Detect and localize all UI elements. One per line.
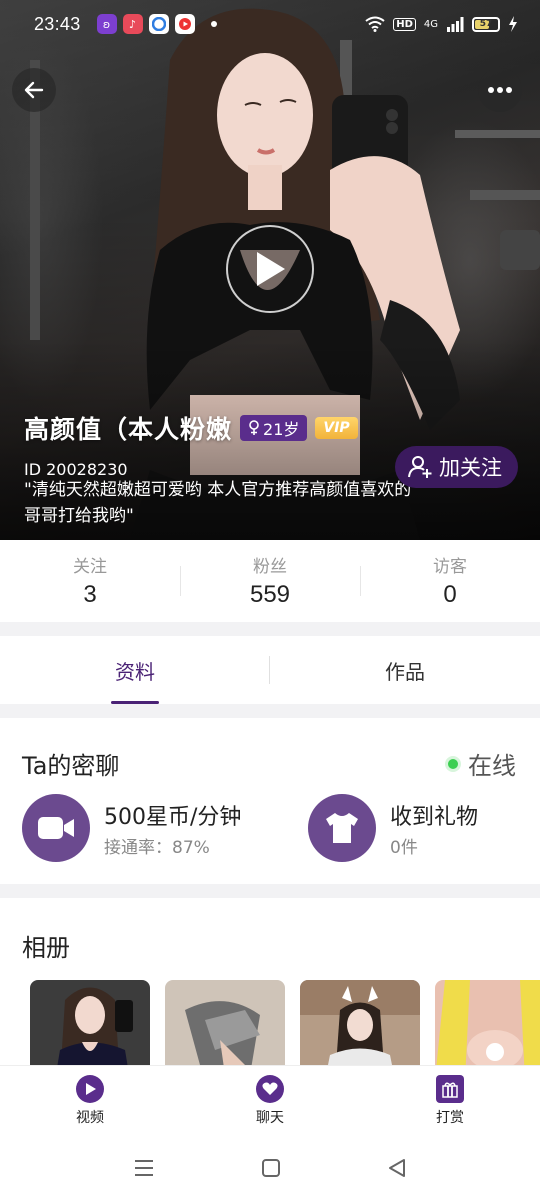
nav-tip[interactable]: 打赏 bbox=[360, 1066, 540, 1135]
online-status: 在线 bbox=[448, 746, 516, 781]
call-price: 500星币/分钟 bbox=[104, 804, 242, 830]
female-icon bbox=[249, 420, 259, 435]
user-name: 高颜值（本人粉嫩 bbox=[24, 415, 233, 444]
video-call-option[interactable]: 500星币/分钟 接通率：87% bbox=[22, 794, 241, 862]
stat-fans[interactable]: 粉丝 559 bbox=[180, 540, 360, 622]
browser-app-icon bbox=[148, 14, 169, 34]
status-bar: 23:43 ʚ ♪ HD 4G 57 bbox=[0, 0, 540, 48]
follow-button[interactable]: 加关注 bbox=[395, 446, 518, 488]
nav-video[interactable]: 视频 bbox=[0, 1066, 180, 1135]
wifi-icon bbox=[365, 16, 385, 32]
private-chat-title: Ta的密聊 bbox=[22, 752, 120, 780]
age-badge: 21岁 bbox=[240, 415, 308, 441]
album-photo[interactable] bbox=[30, 980, 150, 1078]
gifts-count: 0件 bbox=[390, 837, 418, 858]
online-dot-icon bbox=[448, 758, 458, 769]
music-app-icon: ♪ bbox=[122, 14, 143, 34]
system-navigation-bar bbox=[0, 1135, 540, 1200]
nav-chat[interactable]: 聊天 bbox=[180, 1066, 360, 1135]
vip-badge: VIP bbox=[315, 417, 358, 439]
stat-following[interactable]: 关注 3 bbox=[0, 540, 180, 622]
recent-apps-icon[interactable] bbox=[133, 1159, 155, 1177]
profile-stats: 关注 3 粉丝 559 访客 0 bbox=[0, 540, 540, 622]
network-label: 4G bbox=[423, 18, 438, 30]
heart-chat-icon bbox=[256, 1074, 284, 1103]
received-gifts[interactable]: 收到礼物 0件 bbox=[308, 794, 478, 862]
notification-dot bbox=[210, 21, 217, 27]
status-time: 23:43 bbox=[34, 13, 81, 34]
more-dots-icon bbox=[488, 87, 512, 93]
tab-profile-info[interactable]: 资料 bbox=[0, 636, 270, 704]
play-icon bbox=[257, 252, 285, 286]
tab-works[interactable]: 作品 bbox=[270, 636, 540, 704]
add-user-icon bbox=[408, 456, 432, 478]
album-section: 相册 bbox=[0, 898, 540, 1078]
private-chat-section: Ta的密聊 在线 500星币/分钟 接通率：87% 收到礼物 0件 bbox=[0, 718, 540, 884]
video-app-icon bbox=[174, 14, 195, 34]
album-photo[interactable] bbox=[165, 980, 285, 1078]
back-nav-icon[interactable] bbox=[387, 1158, 407, 1178]
user-bio: "清纯天然超嫩超可爱哟 本人官方推荐高颜值喜欢的哥哥打给我哟" bbox=[24, 480, 412, 526]
play-icon bbox=[76, 1074, 104, 1103]
app-notification-icon: ʚ bbox=[96, 14, 117, 34]
bottom-action-bar: 视频 聊天 打赏 bbox=[0, 1065, 540, 1135]
gifts-title: 收到礼物 bbox=[390, 804, 479, 830]
hd-badge: HD bbox=[393, 17, 416, 31]
back-button[interactable] bbox=[12, 68, 56, 112]
more-button[interactable] bbox=[478, 68, 522, 112]
charging-icon bbox=[509, 16, 517, 32]
signal-icon bbox=[447, 17, 464, 32]
stat-visitors[interactable]: 访客 0 bbox=[360, 540, 540, 622]
profile-tabs: 资料 作品 bbox=[0, 636, 540, 704]
battery-indicator: 57 bbox=[472, 16, 500, 32]
gift-icon bbox=[436, 1074, 464, 1103]
gift-shirt-icon bbox=[308, 794, 376, 862]
album-title: 相册 bbox=[22, 934, 70, 962]
connect-rate: 接通率：87% bbox=[104, 837, 210, 858]
album-photo[interactable] bbox=[300, 980, 420, 1078]
arrow-left-icon bbox=[24, 81, 44, 99]
home-icon[interactable] bbox=[261, 1158, 281, 1178]
video-camera-icon bbox=[22, 794, 90, 862]
album-photo[interactable] bbox=[435, 980, 540, 1078]
play-video-button[interactable] bbox=[226, 225, 314, 313]
